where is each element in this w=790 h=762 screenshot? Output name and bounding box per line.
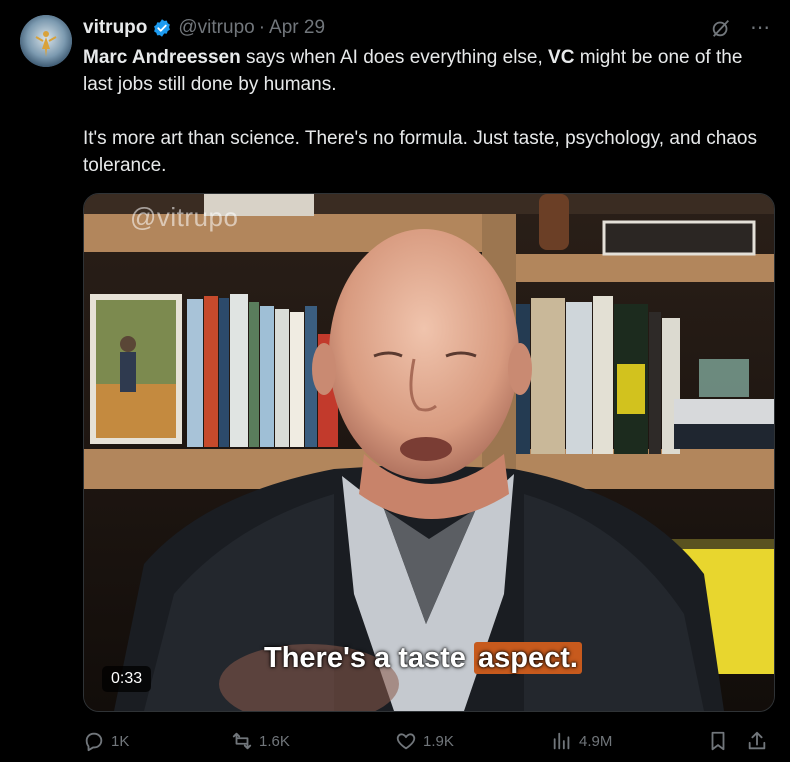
video-player[interactable]: @vitrupo There's a taste aspect. 0:33 [83,193,775,712]
vc-bold: VC [548,47,575,68]
author-handle[interactable]: @vitrupo [178,17,254,39]
verified-badge-icon [154,19,171,37]
caption-text: There's a taste [264,642,474,674]
separator-dot: · [258,17,266,38]
video-frame [84,194,774,711]
tweet-date[interactable]: Apr 29 [269,17,325,39]
reply-button[interactable]: 1K [83,730,129,752]
tweet-text: Marc Andreessen says when AI does everyt… [83,44,773,179]
avatar[interactable] [20,15,72,67]
author-name[interactable]: vitrupo [83,17,147,39]
video-watermark: @vitrupo [130,202,239,232]
more-options-icon[interactable]: ⋯ [750,18,770,38]
tweet-header: vitrupo @vitrupo · Apr 29 ⋯ [83,15,770,41]
bookmark-icon [711,731,725,751]
avatar-figure-icon [20,15,72,67]
bookmark-button[interactable] [707,730,729,752]
views-count: 4.9M [579,732,613,750]
caption-highlight: aspect. [474,642,582,674]
like-button[interactable]: 1.9K [395,730,454,752]
repost-icon [232,732,252,750]
views-chart-icon [553,732,570,750]
action-bar: 1K 1.6K 1.9K 4.9M [83,726,773,756]
repost-count: 1.6K [259,732,290,750]
video-duration: 0:33 [102,666,152,692]
tweet-text-segment: says when AI does everything else, [240,47,549,68]
video-caption: There's a taste aspect. [264,642,582,675]
grok-icon[interactable] [710,17,732,39]
tweet-paragraph-1: Marc Andreessen says when AI does everyt… [83,44,773,98]
share-icon [748,731,766,750]
mention-name: Marc Andreessen [83,47,241,68]
tweet-paragraph-2: It's more art than science. There's no f… [83,128,757,176]
share-button[interactable] [746,730,768,752]
views-button[interactable]: 4.9M [551,730,612,752]
reply-icon [85,732,103,752]
repost-button[interactable]: 1.6K [231,730,290,752]
heart-icon [396,733,416,750]
reply-count: 1K [111,732,130,750]
like-count: 1.9K [423,732,454,750]
